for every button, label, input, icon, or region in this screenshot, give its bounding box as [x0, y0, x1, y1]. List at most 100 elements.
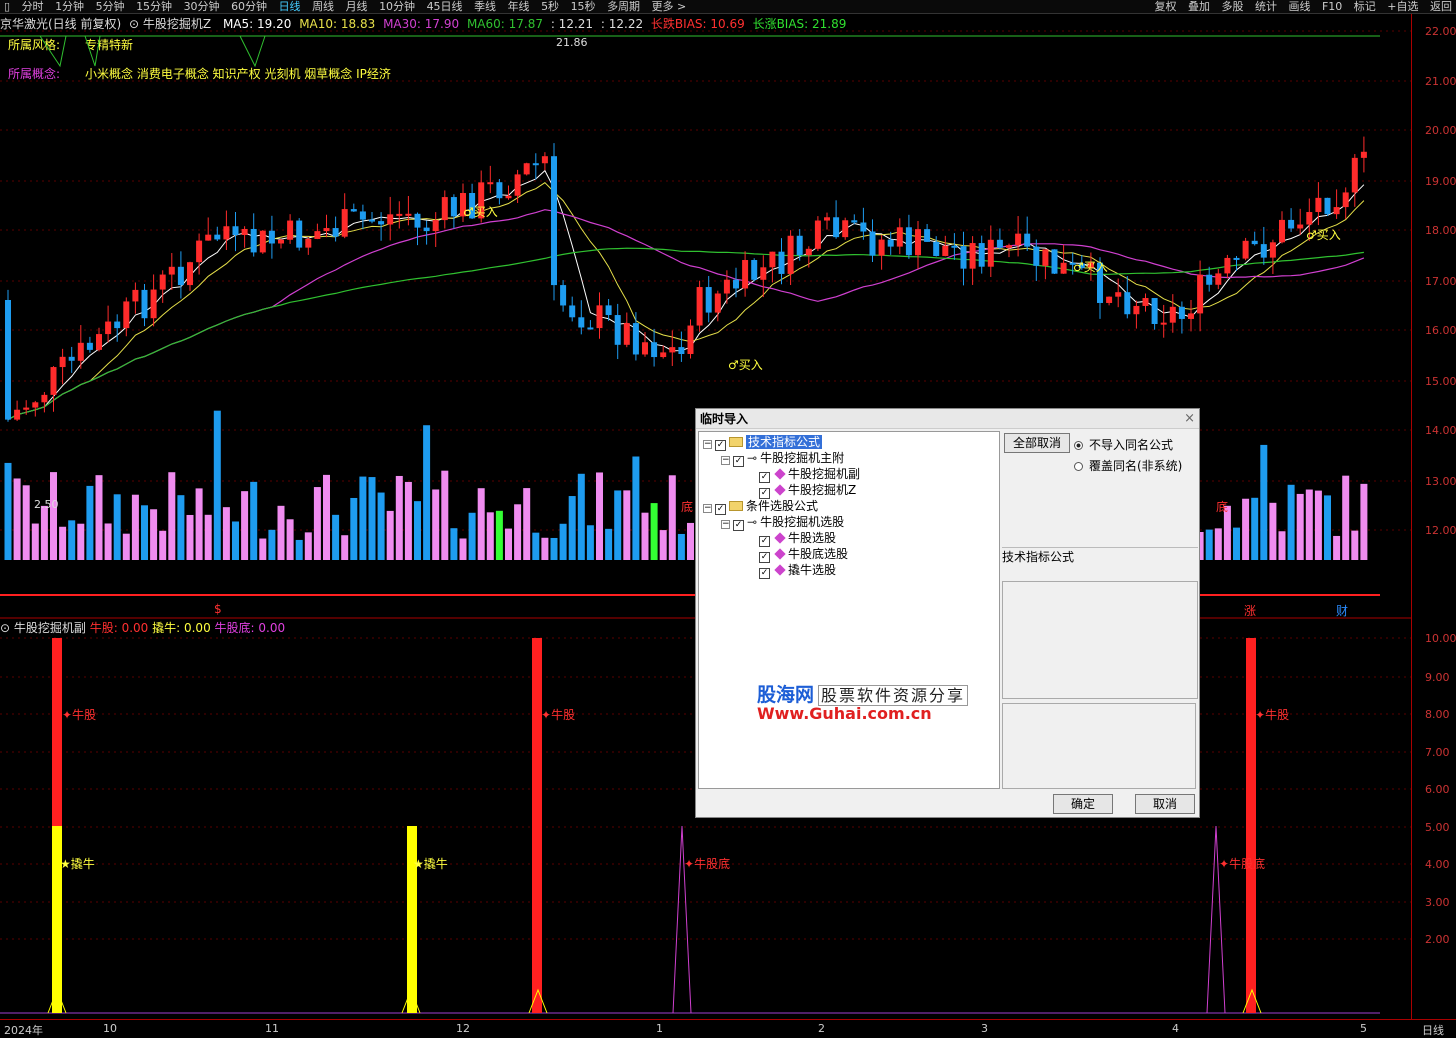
tree-node-di[interactable]: ✓ 牛股底选股 [759, 546, 848, 563]
cancel-all-button[interactable]: 全部取消 [1004, 433, 1070, 453]
candle-body [187, 262, 193, 286]
candle-body [1224, 257, 1231, 274]
candle-body [569, 305, 576, 318]
candle-body [632, 323, 639, 355]
candle-body [1015, 233, 1022, 246]
candle-body [1151, 298, 1158, 324]
volume-bar [50, 472, 57, 560]
tree-node-select[interactable]: − ✓ 条件选股公式 [703, 498, 818, 515]
candle-body [787, 235, 794, 274]
volume-bar [259, 538, 267, 560]
cancel-button[interactable]: 取消 [1135, 794, 1195, 814]
radio-overwrite[interactable]: 覆盖同名(非系统) [1074, 457, 1182, 474]
volume-bar [204, 514, 212, 560]
candle-body [314, 231, 321, 239]
candle-body [59, 356, 66, 368]
back-button[interactable]: 返回 [1426, 0, 1456, 13]
volume-bar [122, 533, 130, 560]
volume-bar [468, 512, 476, 560]
volume-bar [341, 535, 349, 560]
radio-skip-same[interactable]: 不导入同名公式 [1074, 436, 1173, 453]
candle-body [951, 245, 958, 248]
candle-body [924, 229, 931, 242]
volume-bar [304, 532, 312, 560]
volume-bar [687, 522, 694, 560]
ok-button[interactable]: 确定 [1053, 794, 1113, 814]
price-tick: 18.00 [1425, 224, 1456, 237]
sub-dropdown[interactable]: ⊙ 牛股挖掘机副 [0, 621, 86, 635]
volume-bar [450, 528, 458, 560]
candle-body [268, 230, 275, 244]
candle-body [1142, 298, 1149, 306]
volume-bar [86, 485, 94, 560]
candle-body [1242, 240, 1249, 259]
candle-body [996, 239, 1003, 248]
volume-bar [177, 495, 185, 560]
candle-body [359, 211, 366, 220]
candle-body [423, 227, 430, 232]
qiao-value: 撬牛: 0.00 [152, 621, 211, 635]
ma30-line [7, 209, 1365, 421]
tree-node-z[interactable]: ✓ 牛股挖掘机Z [759, 482, 856, 499]
event-marker[interactable]: 涨 [1244, 602, 1256, 619]
volume-bar [95, 475, 103, 560]
volume-bar [668, 475, 676, 560]
volume-bar [350, 497, 358, 560]
sub-tick: 10.00 [1425, 632, 1456, 645]
candle-body [678, 347, 685, 354]
candle-body [614, 315, 621, 345]
candle-body [1160, 322, 1167, 325]
tree-node-select-main[interactable]: − ✓ ⊸ 牛股挖掘机选股 [721, 514, 844, 531]
candle-body [223, 226, 230, 240]
volume-bar [1214, 528, 1222, 560]
volume-bar [377, 492, 385, 560]
volume-bar [605, 528, 613, 560]
candle-body [669, 347, 676, 353]
candle-body [942, 245, 949, 256]
volume-bar [1324, 495, 1331, 560]
tree-node-sub[interactable]: ✓ 牛股挖掘机副 [759, 466, 860, 483]
volume-bar [432, 489, 440, 560]
candle-body [387, 214, 394, 225]
candle-body [1188, 313, 1194, 319]
ma5-line [7, 169, 1365, 421]
tree-node-tech[interactable]: − ✓ 技术指标公式 [703, 434, 823, 451]
volume-bar [168, 472, 176, 560]
candle-body [505, 195, 512, 199]
volume-bar [459, 538, 467, 560]
bottom-signal: 底 [681, 500, 694, 514]
volume-bar [386, 510, 394, 560]
price-tick: 14.00 [1425, 424, 1456, 437]
watermark-logo: 股海网 股票软件资源分享 [757, 680, 969, 707]
candle-body [1288, 219, 1295, 229]
tree-node-niu[interactable]: ✓ 牛股选股 [759, 530, 836, 547]
tree-node-main[interactable]: − ✓ ⊸ 牛股挖掘机主附 [721, 450, 844, 467]
tree-node-qiao[interactable]: ✓ 撬牛选股 [759, 562, 836, 579]
volume-bar [1314, 490, 1322, 560]
candle-body [969, 243, 976, 269]
bottom-signal: 底 [1216, 500, 1229, 514]
candle-body [896, 227, 903, 247]
volume-bar [250, 481, 258, 560]
candle-body [796, 235, 803, 256]
candle-body [760, 267, 767, 280]
candle-body [1233, 257, 1240, 260]
candle-body [278, 239, 284, 244]
event-marker[interactable]: $ [214, 602, 222, 616]
candle-body [960, 246, 967, 269]
event-marker[interactable]: 财 [1336, 602, 1348, 619]
candle-body [905, 227, 912, 256]
volume-bar [641, 512, 649, 560]
close-icon[interactable]: × [1184, 411, 1195, 426]
temp-import-dialog: 临时导入 × − ✓ 技术指标公式 − ✓ ⊸ 牛股挖掘机主附 ✓ 牛股挖掘机副 ✓ 牛股挖掘… [695, 408, 1200, 818]
candle-body [605, 305, 612, 316]
candle-body [132, 289, 139, 302]
candle-body [696, 287, 703, 326]
volume-bar [22, 485, 30, 560]
volume-bar [1233, 527, 1240, 560]
sub-tick: 3.00 [1425, 896, 1450, 909]
volume-bar [159, 530, 167, 560]
low-price-label: 2.50 [34, 498, 59, 511]
key-icon: ⊸ [747, 451, 758, 465]
volume-bar [104, 523, 112, 560]
